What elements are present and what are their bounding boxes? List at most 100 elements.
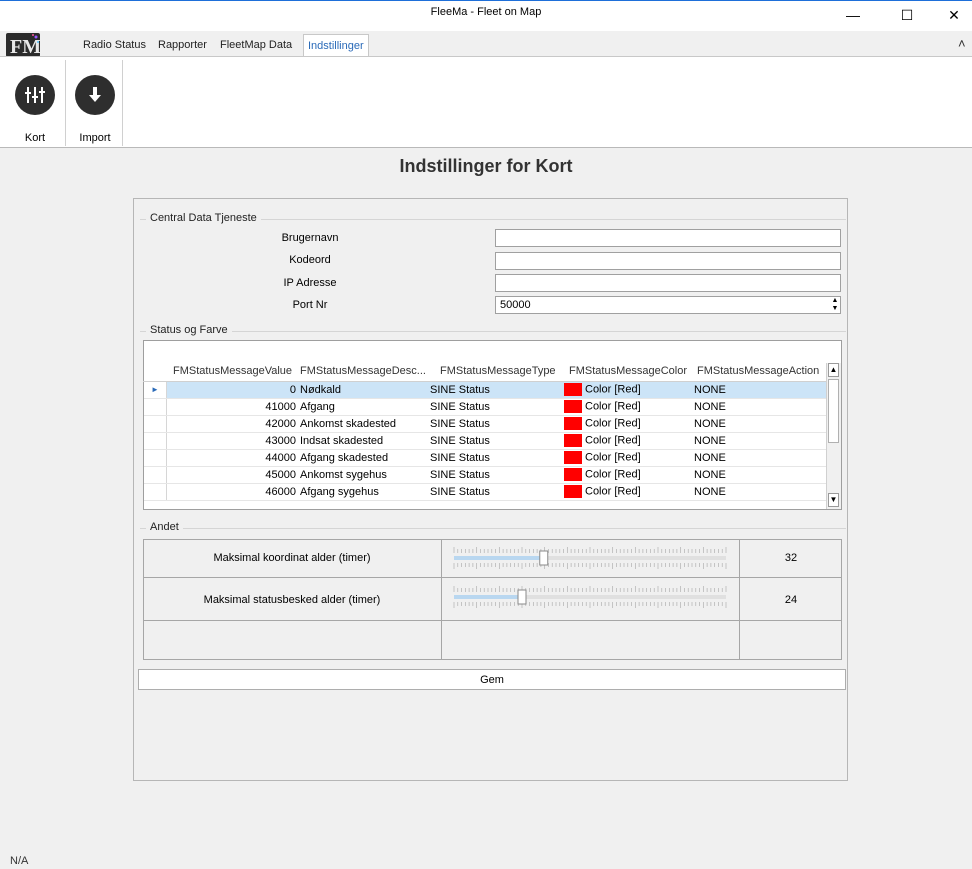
tab-rapporter[interactable]: Rapporter [154,34,211,56]
color-swatch [564,485,582,498]
cell-type: SINE Status [430,452,490,464]
scroll-down-icon[interactable]: ▼ [828,493,839,507]
row-header[interactable] [144,399,167,415]
maximize-button[interactable]: ☐ [884,0,930,30]
kort-button[interactable]: Kort [6,60,64,146]
row-header[interactable] [144,484,167,500]
table-row[interactable]: 46000 Afgang sygehus SINE Status Color [Red… [144,484,826,501]
app-logo: FM [6,33,41,58]
group-status-og-farve: Status og Farve [146,324,232,336]
cell-type: SINE Status [430,486,490,498]
color-swatch [564,434,582,447]
row-header[interactable] [144,433,167,449]
cell-desc: Afgang sygehus [300,486,379,498]
table-row[interactable]: 43000 Indsat skadested SINE Status Color [R… [144,433,826,450]
status-bar [0,851,972,869]
column-header-color[interactable]: FMStatusMessageColor [569,365,691,382]
cell-desc: Indsat skadested [300,435,384,447]
cell-color: Color [Red] [564,451,688,464]
table-row[interactable]: 44000 Afgang skadested SINE Status Color [R… [144,450,826,467]
row-header[interactable]: ► [144,382,167,398]
table-row[interactable]: 45000 Ankomst sygehus SINE Status Color [Re… [144,467,826,484]
cell-color: Color [Red] [564,468,688,481]
row-header[interactable] [144,467,167,483]
slider-fill [454,556,544,560]
koordinat-alder-slider[interactable] [452,545,728,571]
tab-indstillinger[interactable]: Indstillinger [303,34,369,56]
color-swatch [564,451,582,464]
cell-desc: Nødkald [300,384,341,396]
cell-desc: Ankomst sygehus [300,469,387,481]
column-header-value[interactable]: FMStatusMessageValue [173,365,293,382]
gem-button[interactable]: Gem [138,669,846,690]
cell-type: SINE Status [430,384,490,396]
sliders-icon [15,75,55,115]
import-button[interactable]: Import [66,60,124,146]
ip-adresse-label: IP Adresse [283,277,337,289]
slider-thumb [539,550,549,566]
scrollbar-thumb[interactable] [828,379,839,443]
cell-action: NONE [694,469,726,481]
cell-type: SINE Status [430,435,490,447]
cell-desc: Afgang [300,401,335,413]
tab-fleetmap-data[interactable]: FleetMap Data [216,34,296,56]
status-text: N/A [10,855,29,867]
color-swatch [564,400,582,413]
ribbon-separator [122,60,123,146]
cell-action: NONE [694,452,726,464]
stepper-arrows-icon[interactable]: ▲ ▼ [830,297,840,314]
cell-value: 46000 [265,486,296,498]
cell-value: 42000 [265,418,296,430]
cell-action: NONE [694,384,726,396]
column-header-type[interactable]: FMStatusMessageType [440,365,562,382]
column-header-action[interactable]: FMStatusMessageAction [697,365,821,382]
collapse-ribbon-icon[interactable]: ˄ [958,36,966,51]
brugernavn-input[interactable] [495,229,841,247]
group-central-data: Central Data Tjeneste [146,212,261,224]
row-header[interactable] [144,416,167,432]
slider-graphic [453,547,727,569]
table-row[interactable]: 42000 Ankomst skadested SINE Status Color [… [144,416,826,433]
cell-color: Color [Red] [564,434,688,447]
scroll-up-icon[interactable]: ▲ [828,363,839,377]
color-swatch [564,468,582,481]
color-name: Color [Red] [585,417,641,430]
close-button[interactable]: ✕ [931,0,972,30]
cell-color: Color [Red] [564,383,688,396]
table-row[interactable]: ► 0 Nødkald SINE Status Color [Red] NONE [144,382,826,399]
minimize-button[interactable]: — [830,0,876,30]
ip-adresse-input[interactable] [495,274,841,292]
row-header[interactable] [144,450,167,466]
color-name: Color [Red] [585,400,641,413]
slider-thumb [517,589,527,605]
kort-label: Kort [24,132,46,144]
kodeord-label: Kodeord [289,254,331,266]
color-name: Color [Red] [585,451,641,464]
table-row[interactable]: 41000 Afgang SINE Status Color [Red] NONE [144,399,826,416]
cell-color: Color [Red] [564,417,688,430]
color-swatch [564,417,582,430]
color-name: Color [Red] [585,468,641,481]
cell-color: Color [Red] [564,485,688,498]
koordinat-alder-label: Maksimal koordinat alder (timer) [213,552,371,564]
koordinat-alder-value: 32 [784,552,798,564]
statusbesked-alder-value: 24 [784,594,798,606]
status-grid-rows: ► 0 Nødkald SINE Status Color [Red] NONE 41000… [144,382,826,509]
kodeord-input[interactable] [495,252,841,270]
cell-type: SINE Status [430,469,490,481]
column-header-desc[interactable]: FMStatusMessageDesc... [300,365,432,382]
download-arrow-icon [75,75,115,115]
cell-value: 43000 [265,435,296,447]
port-nr-stepper[interactable]: 50000 [495,296,841,314]
color-name: Color [Red] [585,383,641,396]
window-title: FleeMa - Fleet on Map [430,6,542,18]
statusbesked-alder-slider[interactable] [452,584,728,610]
group-andet: Andet [146,521,183,533]
slider-fill [454,595,522,599]
cell-action: NONE [694,486,726,498]
page-title: Indstillinger for Kort [399,156,573,176]
tab-radio-status[interactable]: Radio Status [79,34,150,56]
color-name: Color [Red] [585,434,641,447]
cell-type: SINE Status [430,401,490,413]
cell-value: 44000 [265,452,296,464]
